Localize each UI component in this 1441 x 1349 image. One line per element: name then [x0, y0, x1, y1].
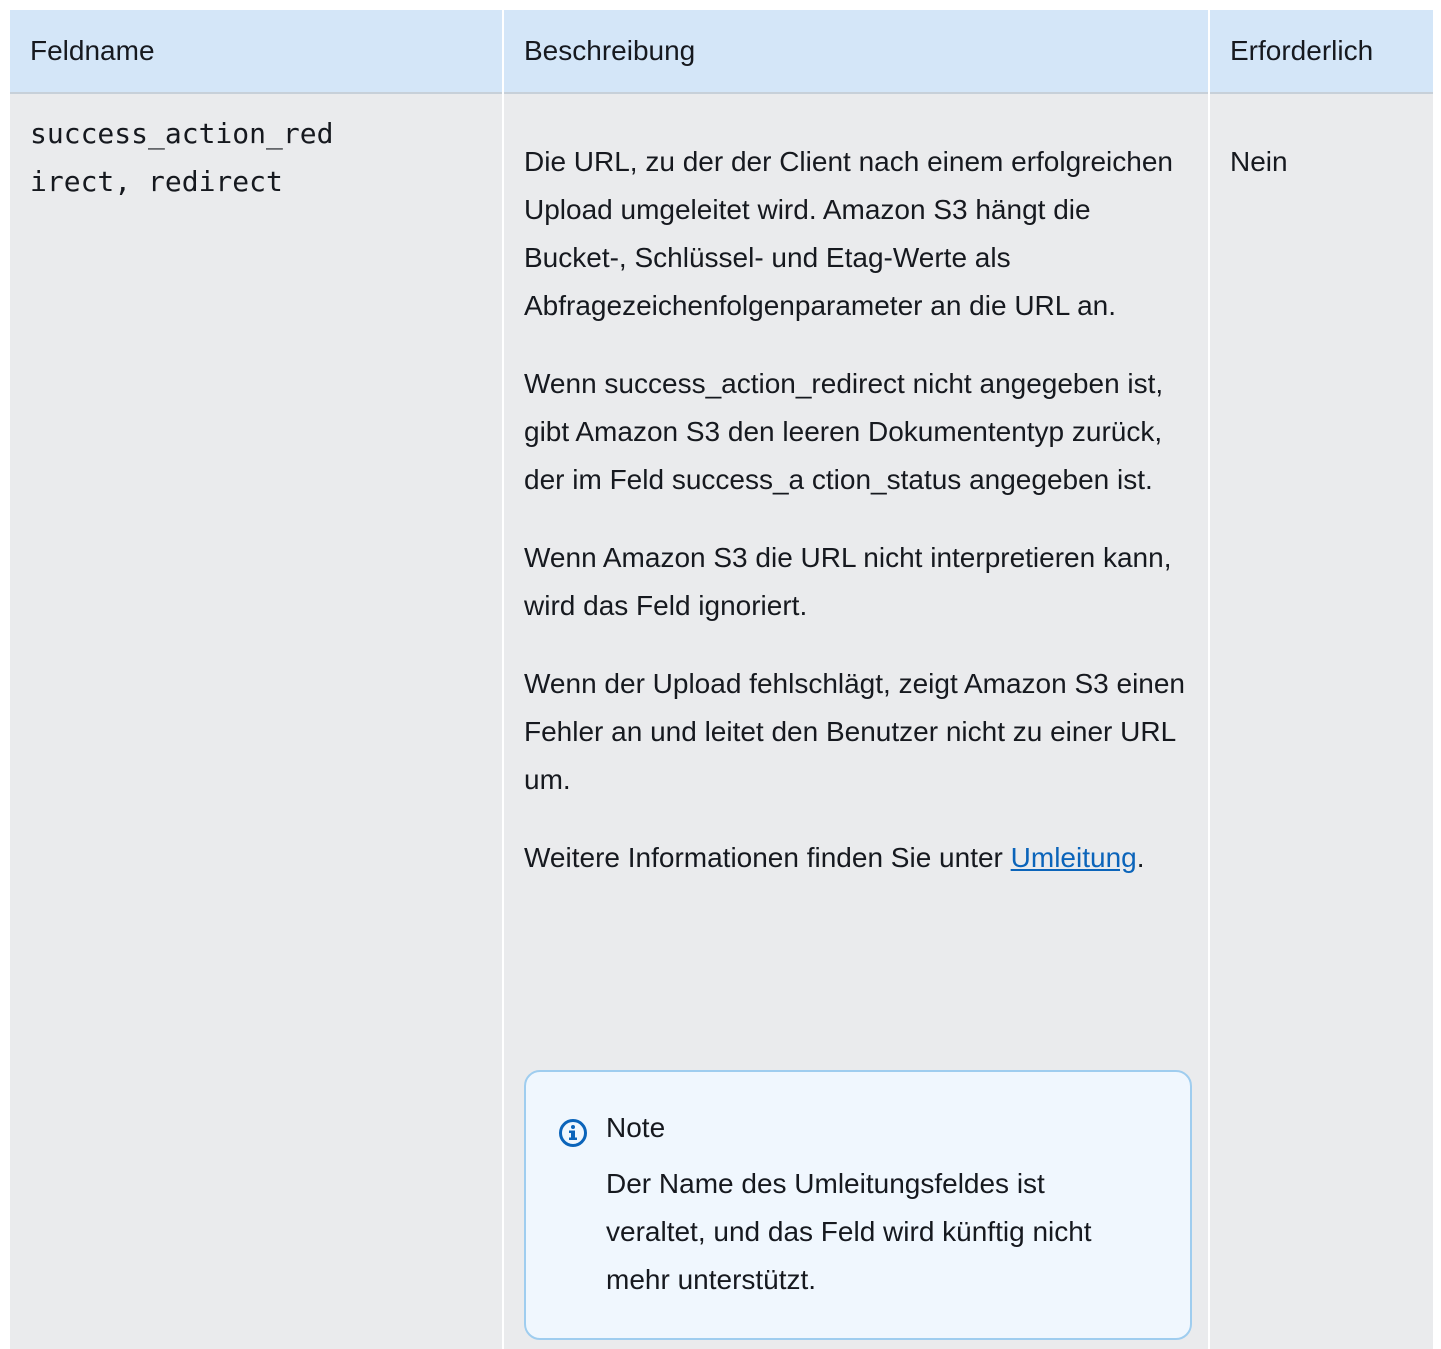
description-paragraph: Weitere Informationen finden Sie unter U…: [524, 834, 1194, 882]
note-title: Note: [606, 1112, 666, 1143]
more-info-period: .: [1136, 842, 1145, 873]
info-icon: [559, 1119, 587, 1147]
field-name-line: irect, redirect: [30, 165, 283, 198]
note-box: Note Der Name des Umleitungsfeldes ist v…: [524, 1070, 1192, 1340]
redirect-link[interactable]: Umleitung: [1011, 842, 1137, 873]
description-cell: Die URL, zu der der Client nach einem er…: [524, 138, 1194, 912]
table-header: Feldname Beschreibung Erforderlich: [10, 10, 1433, 94]
note-text: Der Name des Umleitungsfeldes ist veralt…: [606, 1168, 1092, 1295]
required-cell: Nein: [1230, 146, 1288, 177]
description-paragraph: Die URL, zu der der Client nach einem er…: [524, 146, 1173, 321]
description-paragraph: Wenn Amazon S3 die URL nicht interpretie…: [524, 542, 1172, 621]
field-table: Feldname Beschreibung Erforderlich succe…: [10, 10, 1433, 1349]
header-required: Erforderlich: [1230, 35, 1374, 66]
more-info-text: Weitere Informationen finden Sie unter: [524, 842, 1011, 873]
field-name-cell: success_action_red irect, redirect: [30, 110, 490, 206]
field-name-line: success_action_red: [30, 117, 334, 150]
header-field-name: Feldname: [30, 35, 155, 66]
column-divider: [502, 10, 504, 1349]
description-paragraph: Wenn der Upload fehlschlägt, zeigt Amazo…: [524, 668, 1186, 795]
header-description: Beschreibung: [524, 35, 696, 66]
column-divider: [1208, 10, 1210, 1349]
description-paragraph: Wenn success_action_redirect nicht angeg…: [524, 368, 1164, 495]
